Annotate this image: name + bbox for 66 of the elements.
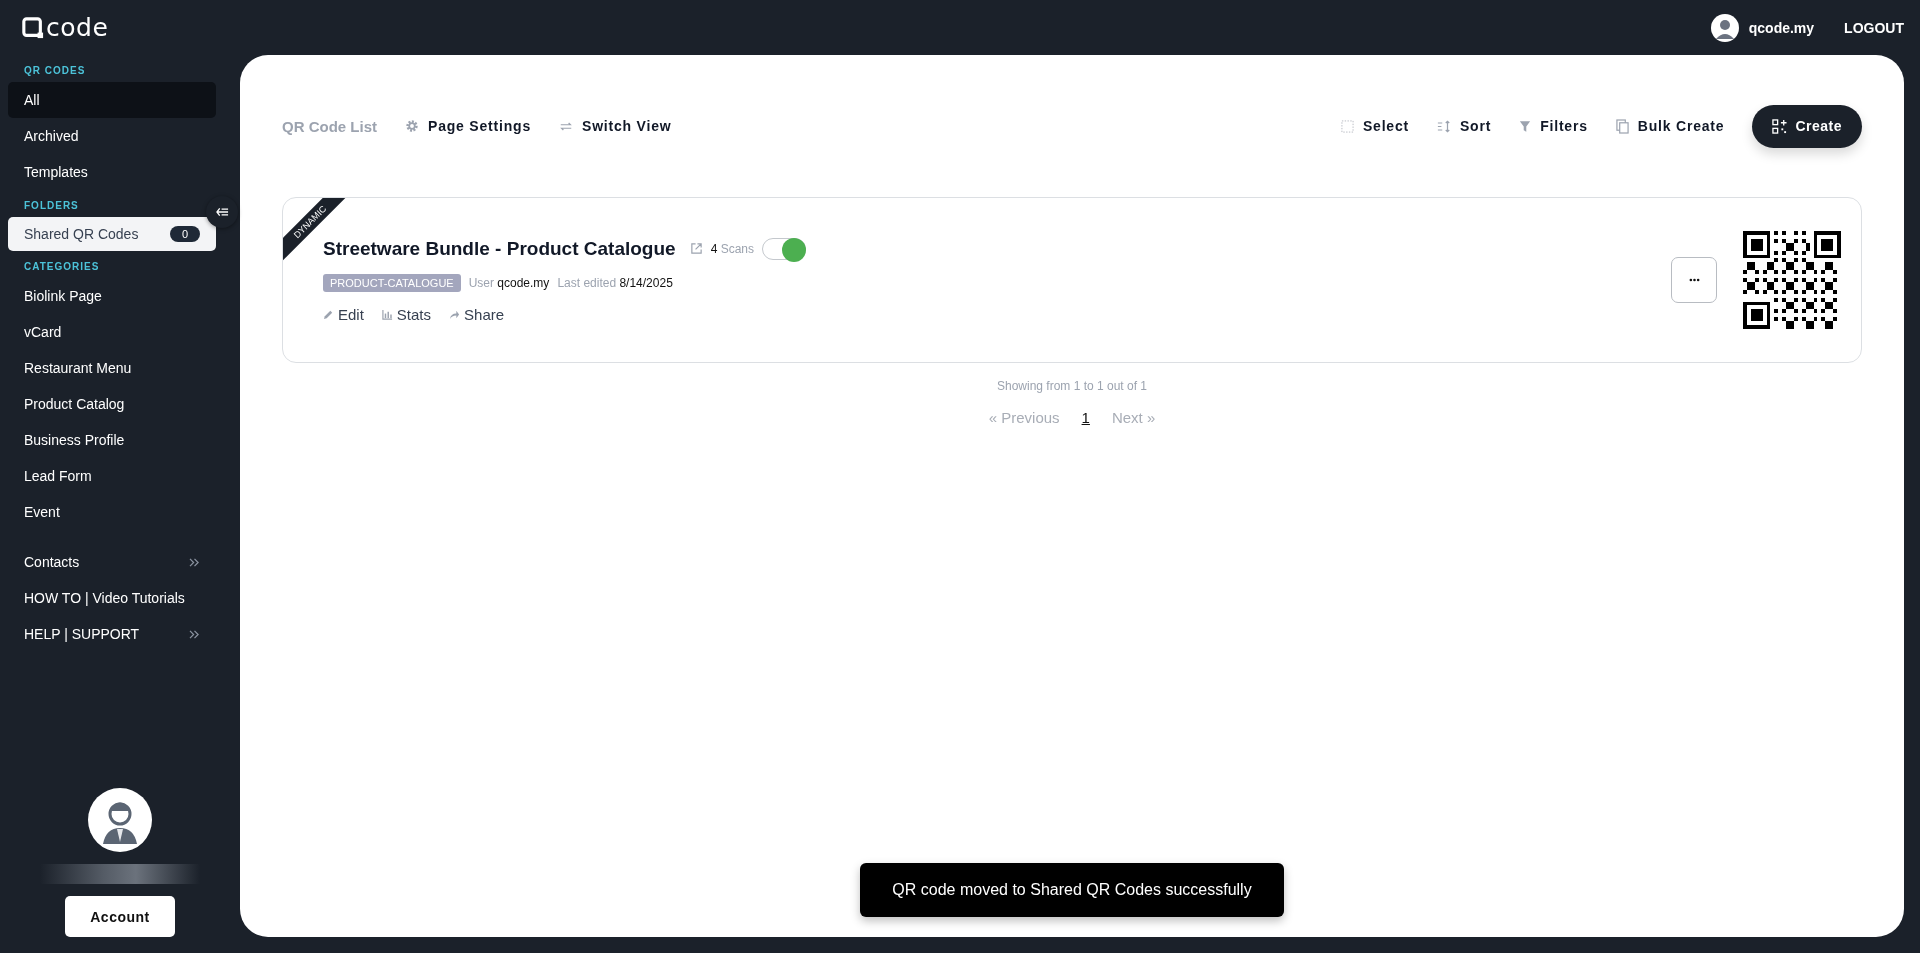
account-button[interactable]: Account: [65, 896, 175, 937]
pencil-icon: [323, 308, 334, 320]
logout-button[interactable]: LOGOUT: [1844, 19, 1904, 36]
toolbar-button[interactable]: Filters: [1519, 118, 1588, 134]
toolbar-button[interactable]: Switch View: [559, 118, 672, 134]
scan-count: 4 Scans: [710, 241, 754, 256]
collapse-button[interactable]: [206, 196, 238, 228]
bar-chart-icon: [381, 308, 393, 320]
create-button[interactable]: Create: [1752, 104, 1862, 148]
card-action[interactable]: Edit: [323, 305, 364, 323]
edited-text: Last edited 8/14/2025: [557, 275, 673, 290]
category-tag: PRODUCT-CATALOGUE: [323, 273, 461, 292]
select-icon: [1340, 119, 1354, 133]
sidebar-item[interactable]: Archived: [8, 118, 216, 154]
chevron-icon: [189, 629, 200, 639]
sidebar-item[interactable]: Lead Form: [8, 458, 216, 494]
sidebar-item[interactable]: Business Profile: [8, 422, 216, 458]
card-action[interactable]: Share: [449, 305, 505, 323]
results-summary: Showing from 1 to 1 out of 1: [995, 379, 1149, 393]
sidebar-item[interactable]: All: [8, 82, 216, 118]
sidebar-link[interactable]: HOW TO | Video Tutorials: [8, 580, 216, 616]
filter-icon: [1519, 119, 1532, 133]
logo-text: code: [46, 15, 109, 40]
active-toggle[interactable]: [762, 237, 806, 260]
folder-name: Shared QR Codes: [24, 226, 139, 242]
count-badge: 0: [169, 226, 200, 242]
avatar-icon[interactable]: [1710, 13, 1739, 42]
toolbar-button[interactable]: Select: [1340, 118, 1409, 134]
toast-message: QR code moved to Shared QR Codes successfully: [860, 863, 1284, 917]
sort-icon: [1436, 119, 1451, 133]
toolbar-button[interactable]: Page Settings: [405, 118, 531, 134]
settings-icon: [405, 119, 419, 133]
sidebar-item[interactable]: Product Catalog: [8, 386, 216, 422]
owner-text: User qcode.my: [468, 275, 550, 290]
section-heading: QR CODES: [23, 64, 87, 78]
copy-icon: [1615, 118, 1629, 134]
qr-title[interactable]: Streetware Bundle - Product Catalogue: [323, 237, 676, 260]
section-heading: FOLDERS: [23, 199, 80, 213]
link-label: Contacts: [24, 554, 80, 570]
share-icon: [449, 308, 461, 320]
link-label: HELP | SUPPORT: [24, 626, 140, 642]
section-heading: CATEGORIES: [23, 260, 101, 274]
sidebar-item[interactable]: Templates: [8, 154, 216, 190]
more-button[interactable]: [1671, 257, 1717, 303]
logo-icon: [22, 16, 44, 39]
folder-item[interactable]: Shared QR Codes 0: [8, 217, 216, 251]
sidebar-item[interactable]: Biolink Page: [8, 278, 216, 314]
toolbar-button[interactable]: Sort: [1436, 118, 1492, 134]
external-link-icon[interactable]: [689, 242, 703, 255]
sidebar-item[interactable]: Event: [8, 494, 216, 530]
sidebar-link[interactable]: HELP | SUPPORT: [8, 616, 216, 652]
sidebar-link[interactable]: Contacts: [8, 544, 216, 580]
more-icon: [1688, 278, 1700, 282]
avatar-icon: [88, 788, 152, 852]
swap-icon: [559, 120, 573, 132]
user-name[interactable]: qcode.my: [1748, 19, 1815, 36]
collapse-icon: [215, 207, 229, 217]
qr-add-icon: [1772, 118, 1788, 134]
link-label: HOW TO | Video Tutorials: [24, 590, 185, 606]
card-action[interactable]: Stats: [381, 305, 432, 323]
sidebar-item[interactable]: Restaurant Menu: [8, 350, 216, 386]
sidebar-item[interactable]: vCard: [8, 314, 216, 350]
toolbar-button[interactable]: Bulk Create: [1615, 118, 1725, 134]
chevron-icon: [189, 557, 200, 567]
page-title: QR Code List: [282, 117, 377, 135]
page-link[interactable]: 1: [1081, 409, 1090, 426]
